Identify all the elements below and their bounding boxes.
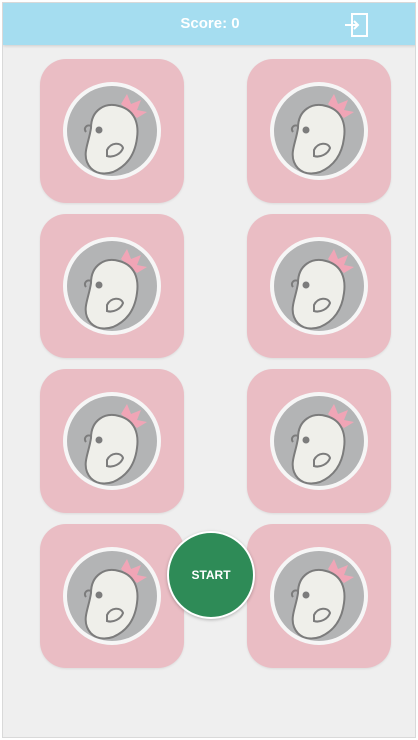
start-button[interactable]: START bbox=[167, 531, 255, 619]
memory-card[interactable] bbox=[40, 524, 184, 668]
bird-emblem-icon bbox=[63, 82, 161, 180]
memory-card[interactable] bbox=[40, 369, 184, 513]
bird-emblem-icon bbox=[270, 237, 368, 335]
exit-button[interactable] bbox=[343, 11, 371, 39]
bird-emblem-icon bbox=[270, 392, 368, 490]
memory-card[interactable] bbox=[247, 524, 391, 668]
memory-card[interactable] bbox=[40, 59, 184, 203]
top-bar: Score: 0 bbox=[3, 3, 415, 45]
memory-card[interactable] bbox=[40, 214, 184, 358]
memory-card[interactable] bbox=[247, 214, 391, 358]
bird-emblem-icon bbox=[63, 237, 161, 335]
score-label: Score: bbox=[180, 15, 232, 32]
memory-card[interactable] bbox=[247, 59, 391, 203]
bird-emblem-icon bbox=[63, 392, 161, 490]
exit-door-icon bbox=[345, 13, 368, 37]
bird-emblem-icon bbox=[270, 82, 368, 180]
bird-emblem-icon bbox=[270, 547, 368, 645]
game-screen: Score: 0 START bbox=[2, 2, 416, 738]
score-value: 0 bbox=[231, 15, 240, 32]
bird-emblem-icon bbox=[63, 547, 161, 645]
memory-card[interactable] bbox=[247, 369, 391, 513]
